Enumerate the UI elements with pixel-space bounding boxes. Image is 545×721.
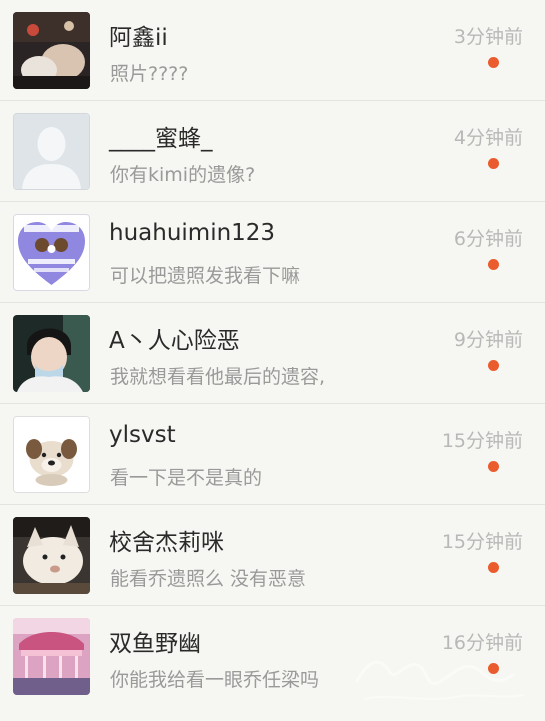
signature-watermark (355, 660, 524, 700)
unread-dot (488, 158, 499, 169)
message-time: 15分钟前 (441, 531, 523, 553)
message-time: 15分钟前 (441, 430, 523, 452)
conversation-row[interactable]: A丶人心险恶 我就想看看他最后的遗容, 9分钟前 (0, 303, 545, 404)
message-preview: 你有kimi的遗像? (110, 164, 256, 186)
message-preview: 照片???? (110, 63, 189, 85)
unread-dot (488, 259, 499, 270)
default-user-avatar[interactable] (13, 113, 90, 190)
conversation-row[interactable]: 阿鑫ii 照片???? 3分钟前 (0, 0, 545, 101)
contact-name: 校舍杰莉咪 (109, 530, 224, 556)
message-list: 阿鑫ii 照片???? 3分钟前 ____蜜蜂_ 你有kimi的遗像? 4分钟前 (0, 0, 545, 707)
contact-name: A丶人心险恶 (109, 328, 240, 354)
message-time: 6分钟前 (453, 228, 523, 250)
message-time: 3分钟前 (453, 26, 523, 48)
message-preview: 你能我给看一眼乔任梁吗 (110, 669, 320, 691)
unread-dot (488, 360, 499, 371)
dog-photo-avatar[interactable] (13, 517, 90, 594)
unread-dot (488, 57, 499, 68)
heart-sticker-avatar[interactable] (13, 214, 90, 291)
carousel-photo-avatar[interactable] (13, 618, 90, 695)
conversation-row[interactable]: ____蜜蜂_ 你有kimi的遗像? 4分钟前 (0, 101, 545, 202)
unread-dot (488, 461, 499, 472)
message-time: 4分钟前 (453, 127, 523, 149)
conversation-row[interactable]: 校舍杰莉咪 能看乔遗照么 没有恶意 15分钟前 (0, 505, 545, 606)
conversation-row[interactable]: huahuimin123 可以把遗照发我看下嘛 6分钟前 (0, 202, 545, 303)
contact-name: ____蜜蜂_ (109, 126, 213, 152)
concert-photo-avatar[interactable] (13, 12, 90, 89)
puppy-avatar[interactable] (13, 416, 90, 493)
contact-name: huahuimin123 (109, 220, 276, 246)
message-preview: 我就想看看他最后的遗容, (110, 366, 326, 388)
message-time: 9分钟前 (453, 329, 523, 351)
unread-dot (488, 562, 499, 573)
portrait-photo-avatar[interactable] (13, 315, 90, 392)
message-preview: 可以把遗照发我看下嘛 (110, 265, 301, 287)
conversation-row[interactable]: ylsvst 看一下是不是真的 15分钟前 (0, 404, 545, 505)
message-preview: 看一下是不是真的 (110, 467, 263, 489)
contact-name: ylsvst (109, 422, 176, 448)
message-preview: 能看乔遗照么 没有恶意 (110, 568, 307, 590)
contact-name: 阿鑫ii (109, 25, 168, 51)
contact-name: 双鱼野幽 (109, 631, 201, 657)
